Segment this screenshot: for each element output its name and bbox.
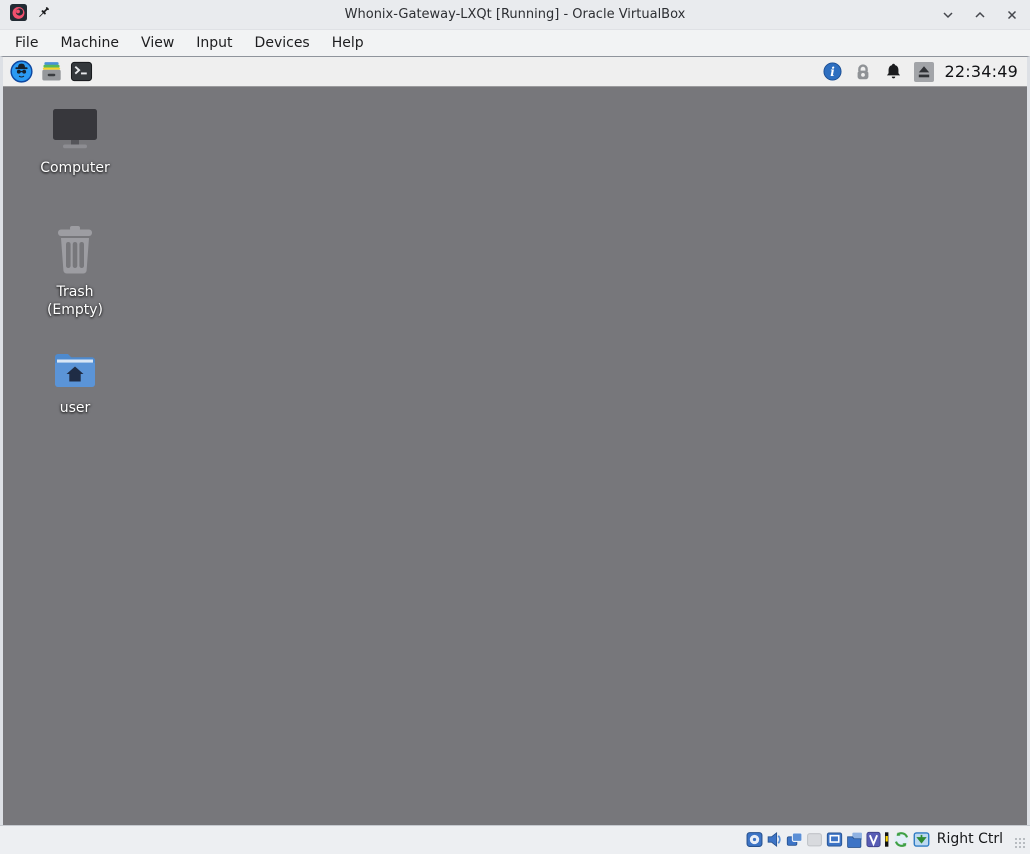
usb-icon[interactable] bbox=[806, 831, 823, 848]
info-icon[interactable]: i bbox=[823, 62, 842, 81]
resize-grip[interactable] bbox=[1013, 836, 1026, 849]
menu-machine[interactable]: Machine bbox=[49, 32, 130, 54]
desktop-icon-computer[interactable]: Computer bbox=[39, 108, 111, 178]
shared-folders-icon[interactable] bbox=[846, 831, 863, 848]
menu-input[interactable]: Input bbox=[185, 32, 243, 54]
mouse-integration-icon[interactable] bbox=[893, 831, 910, 848]
close-button[interactable] bbox=[1004, 7, 1020, 23]
menu-devices[interactable]: Devices bbox=[244, 32, 321, 54]
desktop-icon-label: Computer bbox=[40, 160, 110, 178]
vm-screen: i bbox=[0, 56, 1030, 825]
minimize-button[interactable] bbox=[940, 7, 956, 23]
audio-icon[interactable] bbox=[766, 831, 783, 848]
eject-removable-media-icon[interactable] bbox=[914, 62, 934, 82]
system-tray: i bbox=[823, 62, 1022, 82]
desktop-icon-trash[interactable]: Trash (Empty) bbox=[39, 226, 111, 320]
maximize-button[interactable] bbox=[972, 7, 988, 23]
features-icon[interactable] bbox=[866, 831, 881, 848]
window-title: Whonix-Gateway-LXQt [Running] - Oracle V… bbox=[0, 7, 1030, 22]
panel-clock[interactable]: 22:34:49 bbox=[945, 62, 1018, 81]
recording-indicator[interactable] bbox=[884, 831, 890, 848]
terminal-launcher[interactable] bbox=[68, 58, 95, 85]
desktop-icon-label: Trash (Empty) bbox=[39, 284, 111, 320]
lxqt-panel: i bbox=[3, 57, 1027, 87]
titlebar: Whonix-Gateway-LXQt [Running] - Oracle V… bbox=[0, 0, 1030, 30]
home-folder-icon bbox=[52, 350, 98, 394]
menu-view[interactable]: View bbox=[130, 32, 185, 54]
host-key-label: Right Ctrl bbox=[937, 831, 1003, 847]
menubar: File Machine View Input Devices Help bbox=[0, 30, 1030, 56]
whonix-start-menu-button[interactable] bbox=[8, 58, 35, 85]
desktop-icon-user-home[interactable]: user bbox=[39, 350, 111, 418]
notifications-bell-icon[interactable] bbox=[884, 62, 903, 81]
svg-text:i: i bbox=[830, 65, 835, 79]
pin-icon[interactable] bbox=[36, 5, 51, 24]
menu-file[interactable]: File bbox=[4, 32, 49, 54]
menu-help[interactable]: Help bbox=[321, 32, 375, 54]
trash-can-icon bbox=[53, 226, 97, 278]
display-icon[interactable] bbox=[826, 831, 843, 848]
desktop[interactable]: Computer Trash (Empty) bbox=[3, 87, 1027, 825]
file-manager-launcher[interactable] bbox=[38, 58, 65, 85]
keyboard-icon[interactable] bbox=[913, 831, 930, 848]
whonix-logo-icon bbox=[10, 4, 27, 25]
network-icon[interactable] bbox=[786, 831, 803, 848]
computer-monitor-icon bbox=[51, 108, 99, 154]
desktop-icon-label: user bbox=[60, 400, 91, 418]
statusbar: Right Ctrl bbox=[0, 825, 1030, 854]
hard-disks-icon[interactable] bbox=[746, 831, 763, 848]
keyring-lock-icon[interactable] bbox=[853, 62, 873, 82]
virtualbox-window: Whonix-Gateway-LXQt [Running] - Oracle V… bbox=[0, 0, 1030, 854]
